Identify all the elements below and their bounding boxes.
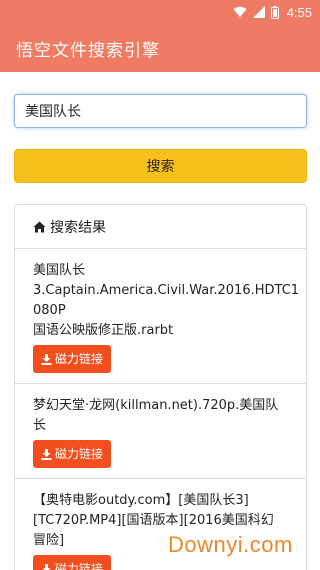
magnet-link-label: 磁力链接 [55,447,104,461]
magnet-link-label: 磁力链接 [55,562,104,570]
status-time: 4:55 [286,4,312,20]
download-icon [41,353,52,365]
result-item: 梦幻天堂·龙网(killman.net).720p.美国队 长 磁力链接 [15,384,306,479]
result-title-line: 3.Captain.America.Civil.War.2016.HDTC108… [33,283,300,318]
magnet-link-button[interactable]: 磁力链接 [33,440,112,468]
result-item: 美国队长 3.Captain.America.Civil.War.2016.HD… [15,249,306,384]
app-bar: 悟空文件搜索引擎 [0,24,320,72]
result-title: 梦幻天堂·龙网(killman.net).720p.美国队 长 [33,396,306,436]
magnet-link-button[interactable]: 磁力链接 [33,345,112,373]
result-title-line: 长 [33,418,47,433]
home-icon [33,221,46,233]
download-icon [41,563,52,570]
magnet-link-label: 磁力链接 [55,352,104,366]
result-title: 美国队长 3.Captain.America.Civil.War.2016.HD… [33,261,306,341]
result-title-line: 国语公映版修正版.rarbt [33,323,174,338]
search-button-label: 搜索 [146,159,175,175]
results-header-label: 搜索结果 [50,219,106,236]
result-title-line: 【奥特电影outdy.com】[美国队长3] [33,493,249,508]
result-title-line: 美国队长 [33,263,86,278]
status-bar: 4:55 [0,0,320,24]
app-title: 悟空文件搜索引擎 [16,40,160,61]
result-title-line: 梦幻天堂·龙网(killman.net).720p.美国队 [33,398,279,413]
result-title-line: [TC720P.MP4][国语版本][2016美国科幻 [33,513,274,528]
wifi-icon [233,6,247,18]
results-header: 搜索结果 [15,205,306,249]
watermark: Downyi.com [168,532,293,557]
download-icon [41,448,52,460]
search-button[interactable]: 搜索 [14,149,307,183]
search-input[interactable] [14,94,307,128]
battery-icon [270,5,279,19]
signal-icon [252,6,265,18]
magnet-link-button[interactable]: 磁力链接 [33,555,112,570]
results-panel: 搜索结果 美国队长 3.Captain.America.Civil.War.20… [14,204,307,570]
